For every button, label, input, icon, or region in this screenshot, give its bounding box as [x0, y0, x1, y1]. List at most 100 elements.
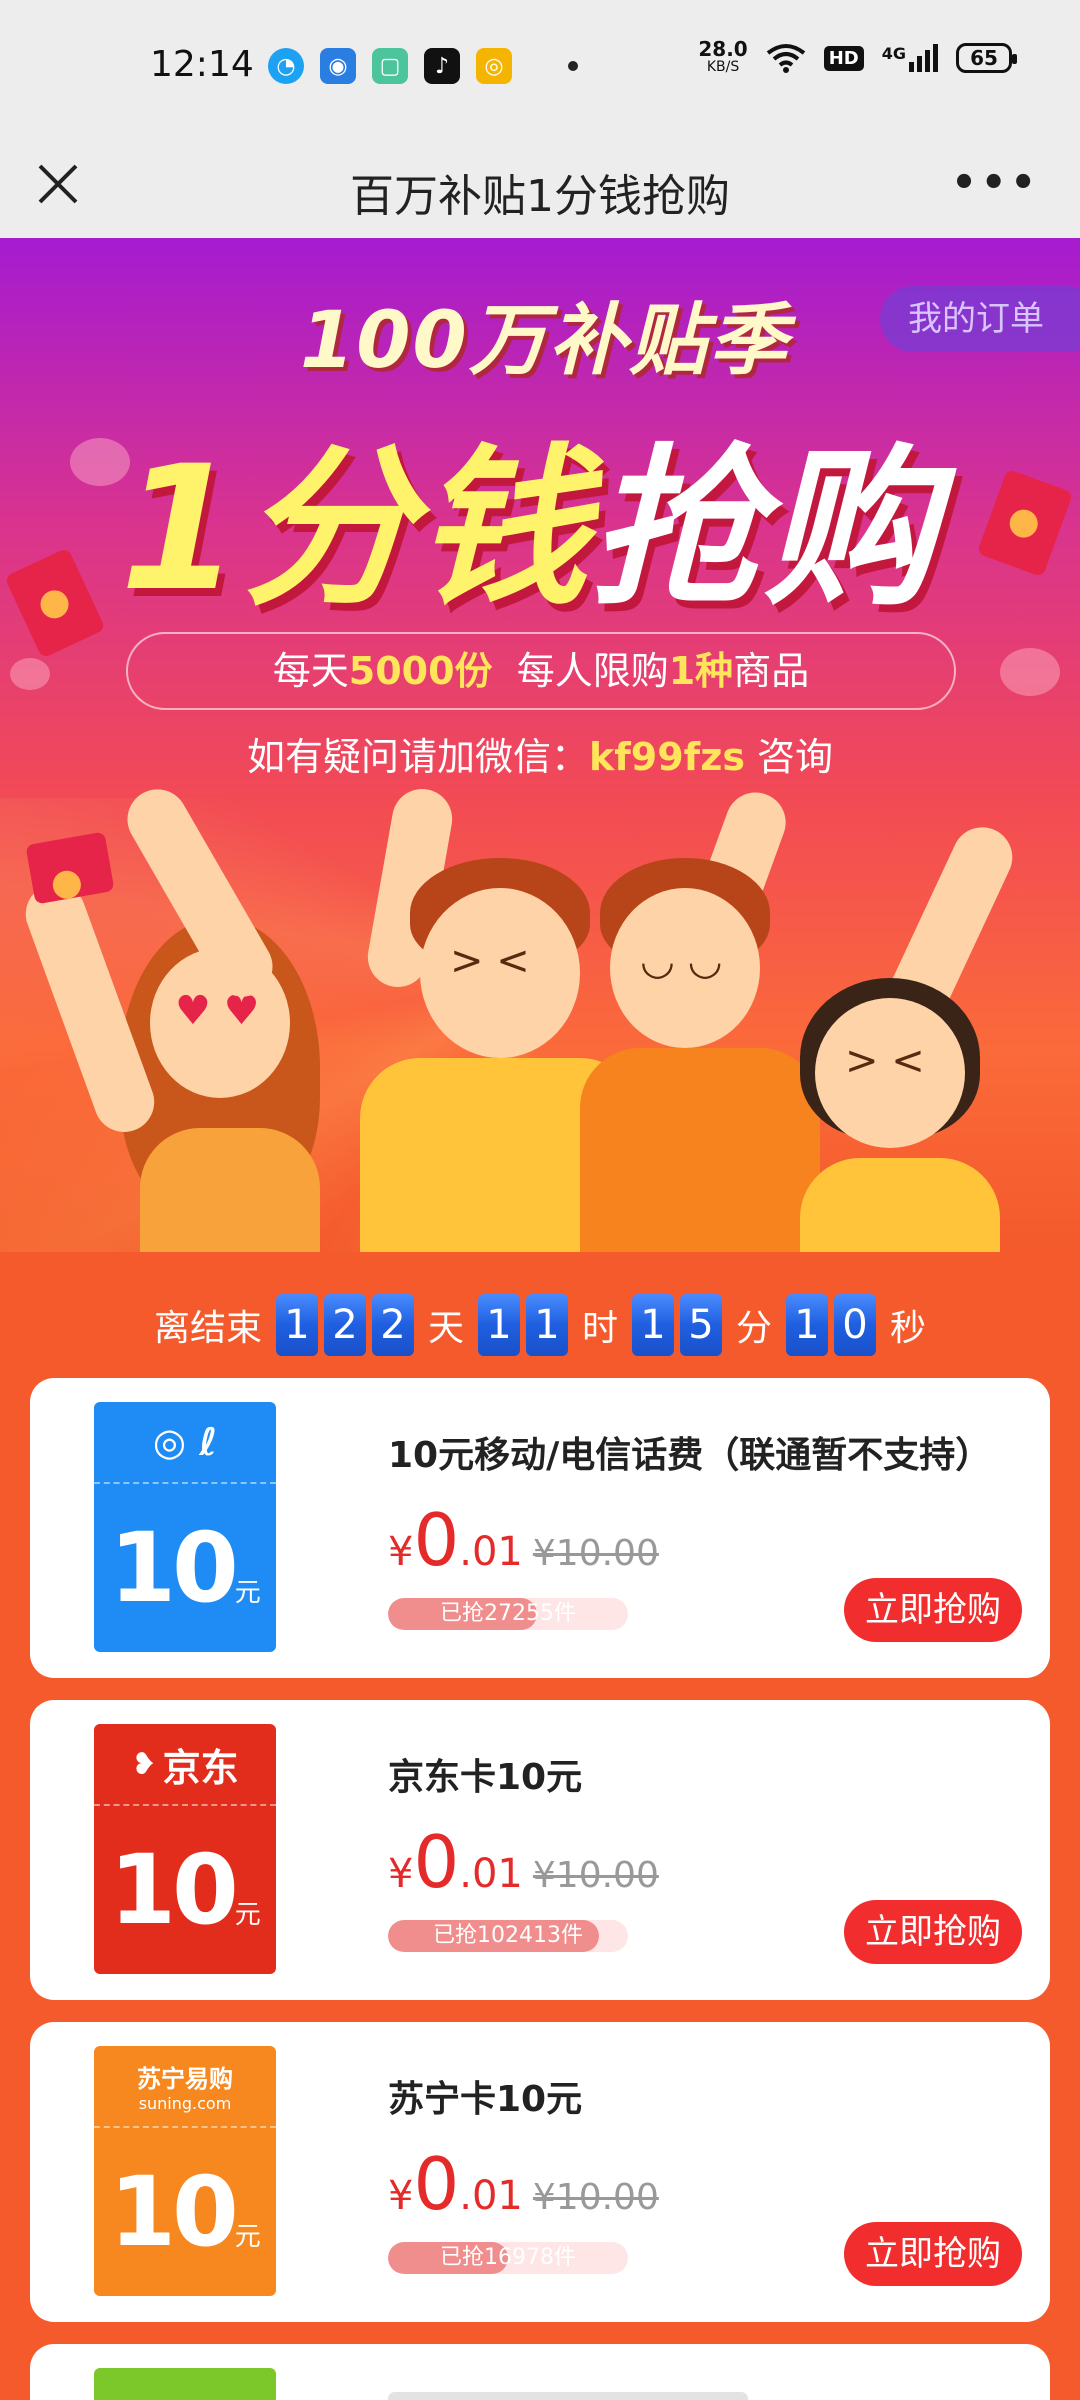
original-price: ¥10.00 [532, 2177, 659, 2218]
notification-icons: ◔ ◉ ▢ ♪ ◎ [268, 48, 578, 84]
my-orders-button[interactable]: 我的订单 [880, 286, 1080, 352]
tiktok-icon: ♪ [424, 48, 460, 84]
product-price: ¥0.01 ¥10.00 [388, 2142, 659, 2226]
red-envelope-icon [4, 547, 106, 659]
price-symbol: ¥ [388, 2173, 414, 2219]
status-bar: 12:14 ◔ ◉ ▢ ♪ ◎ 28.0 KB/S HD 4G 65 [0, 0, 1080, 130]
product-name: 京东卡10元 [388, 1757, 583, 1798]
product-card[interactable]: ❥ 京东 10元 京东卡10元 ¥0.01 ¥10.00 已抢102413件 立即… [30, 1700, 1050, 2000]
countdown-digit: 5 [680, 1294, 722, 1356]
countdown-digit: 2 [371, 1294, 414, 1356]
countdown-prefix: 离结束 [153, 1308, 262, 1349]
laughing-face: > < [845, 1038, 925, 1084]
app-icon: ▢ [372, 48, 408, 84]
thumb-value-unit: 元 [234, 1900, 261, 1930]
countdown-days-label: 天 [427, 1308, 464, 1349]
wifi-icon [766, 44, 805, 73]
weibo-icon: ◎ [476, 48, 512, 84]
product-thumbnail: 苏宁易购 suning.com 10元 [94, 2046, 276, 2296]
sold-count: 已抢102413件 [433, 1923, 583, 1948]
countdown-digit: 2 [323, 1294, 366, 1356]
sold-progress-bar: 已抢102413件 [388, 1920, 628, 1952]
product-name-placeholder [388, 2392, 748, 2400]
price-symbol: ¥ [388, 1529, 414, 1575]
product-price: ¥0.01 ¥10.00 [388, 1498, 659, 1582]
wechat-id[interactable]: kf99fzs [589, 735, 745, 779]
hd-icon: HD [823, 45, 864, 71]
celebrating-people-illustration: ♥ ♥ > < ◡ ◡ > < [17, 778, 1040, 1252]
thumb-value-unit: 元 [234, 2222, 261, 2252]
product-thumbnail [94, 2368, 276, 2400]
original-price: ¥10.00 [532, 1533, 659, 1574]
hero-banner: 100万补贴季 我的订单 1分钱抢购 每天5000份 每人限购1种商品 如有疑问… [0, 238, 1080, 1252]
quota-highlight: 5000份 [348, 649, 493, 693]
thumb-value-number: 10 [109, 2156, 239, 2268]
thumb-brand: ◎ ℓ [94, 1402, 276, 1484]
sold-progress-bar: 已抢27255件 [388, 1598, 628, 1630]
sold-count: 已抢27255件 [440, 1601, 576, 1626]
countdown-digit: 1 [786, 1294, 829, 1356]
season-title: 100万补贴季 [300, 296, 789, 386]
sold-count: 已抢16978件 [440, 2245, 576, 2270]
thumb-value-unit: 元 [234, 1578, 261, 1608]
thumb-value-number: 10 [109, 1834, 239, 1946]
more-notifications-icon [568, 61, 578, 71]
wechat-contact: 如有疑问请加微信：kf99fzs 咨询 [0, 726, 1080, 781]
price-int: 0 [413, 1498, 460, 1582]
price-symbol: ¥ [388, 1851, 414, 1897]
wechat-suffix: 咨询 [744, 735, 834, 779]
title-bar: 百万补贴1分钱抢购 ••• [0, 130, 1080, 238]
product-thumbnail: ❥ 京东 10元 [94, 1724, 276, 1974]
product-card[interactable]: 苏宁易购 suning.com 10元 苏宁卡10元 ¥0.01 ¥10.00 … [30, 2022, 1050, 2322]
countdown-digit: 1 [477, 1294, 520, 1356]
thumb-value: 10元 [94, 1834, 276, 1946]
price-int: 0 [413, 2142, 460, 2226]
main-title: 1分钱抢购 [120, 388, 938, 638]
thumb-value-number: 10 [109, 1512, 239, 1624]
buy-now-button[interactable]: 立即抢购 [844, 1578, 1022, 1642]
thumb-value: 10元 [94, 2156, 276, 2268]
red-envelope-icon [25, 831, 115, 905]
thumb-brand-text: 苏宁易购 [137, 2065, 233, 2093]
net-speed: 28.0 KB/S [698, 39, 747, 76]
quota-text: 每人限购 [492, 649, 669, 693]
price-dec: .01 [459, 1529, 523, 1575]
countdown-digit: 1 [525, 1294, 568, 1356]
original-price: ¥10.00 [532, 1855, 659, 1896]
product-price: ¥0.01 ¥10.00 [388, 1820, 659, 1904]
countdown-hours-label: 时 [581, 1308, 618, 1349]
sold-progress-bar: 已抢16978件 [388, 2242, 628, 2274]
person-torso [140, 1128, 320, 1252]
happy-face: ◡ ◡ [640, 938, 723, 984]
countdown-timer: 离结束 1 2 2 天 1 1 时 1 5 分 1 0 秒 [0, 1294, 1080, 1356]
buy-now-button[interactable]: 立即抢购 [844, 2222, 1022, 2286]
network-type: 4G [881, 44, 906, 63]
price-int: 0 [413, 1820, 460, 1904]
countdown-digit: 1 [632, 1294, 674, 1356]
more-options-button[interactable]: ••• [951, 160, 1040, 206]
quota-highlight: 1种 [668, 649, 734, 693]
thumb-brand: 苏宁易购 suning.com [94, 2046, 276, 2128]
coin-decoration [10, 658, 50, 690]
qq-icon: ◔ [268, 48, 304, 84]
product-card[interactable]: ◎ ℓ 10元 10元移动/电信话费（联通暂不支持） ¥0.01 ¥10.00 … [30, 1378, 1050, 1678]
product-card[interactable] [30, 2344, 1050, 2400]
product-name: 10元移动/电信话费（联通暂不支持） [388, 1435, 992, 1476]
product-thumbnail: ◎ ℓ 10元 [94, 1402, 276, 1652]
thumb-value: 10元 [94, 1512, 276, 1624]
thumb-brand-text: 京东 [162, 1745, 239, 1790]
person-torso [580, 1048, 820, 1252]
buy-now-button[interactable]: 立即抢购 [844, 1900, 1022, 1964]
more-icon: ••• [951, 160, 1040, 206]
jd-dog-icon: ❥ [131, 1746, 157, 1782]
signal-icon: 4G [882, 44, 938, 72]
main-title-white: 抢购 [589, 428, 938, 629]
battery-level: 65 [970, 46, 998, 70]
countdown-minutes-label: 分 [736, 1308, 773, 1349]
laughing-face: > < [450, 938, 530, 984]
status-time: 12:14 [150, 44, 254, 85]
app-icon: ◉ [320, 48, 356, 84]
battery-icon: 65 [956, 43, 1017, 73]
coin-decoration [1000, 648, 1060, 696]
thumb-brand: ❥ 京东 [94, 1724, 276, 1806]
